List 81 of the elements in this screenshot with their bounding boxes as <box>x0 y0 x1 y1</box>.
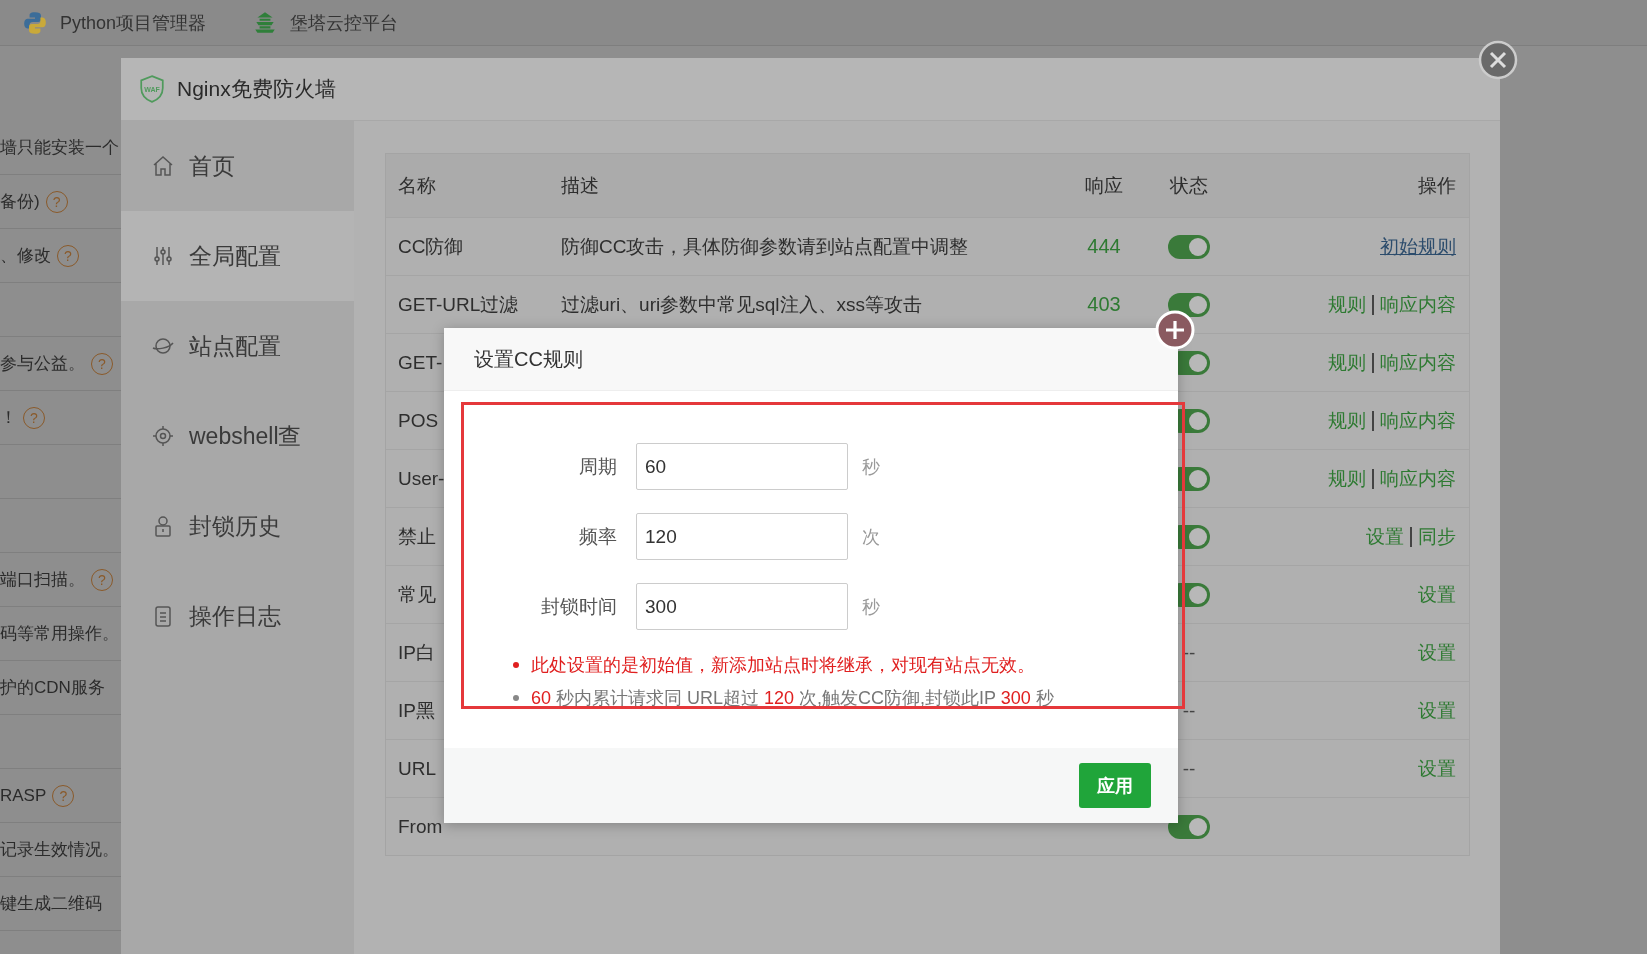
action-link[interactable]: 规则 <box>1328 349 1366 376</box>
table-cell: 禁止 <box>398 525 436 547</box>
setting-description: 键生成二维码 <box>0 893 102 915</box>
table-cell: 常见 <box>398 583 436 605</box>
column-header: 响应 <box>1084 173 1124 198</box>
dialog-title: 设置CC规则 <box>474 346 583 372</box>
hint-text: 此处设置的是初始值，新添加站点时将继承，对现有站点无效。 <box>531 654 1035 677</box>
setting-description: ！ <box>0 407 17 429</box>
bullet-icon <box>513 662 519 668</box>
action-link[interactable]: 设置 <box>1418 581 1456 608</box>
table-cell: GET- <box>398 351 443 373</box>
hint-text: 60 秒内累计请求同 URL超过 120 次,触发CC防御,封锁此IP 300 秒 <box>531 687 1054 710</box>
action-link[interactable]: 规则 <box>1328 407 1366 434</box>
setting-description: 护的CDN服务 <box>0 677 105 699</box>
action-link[interactable]: 设置 <box>1366 523 1404 550</box>
field-label: 频率 <box>578 524 617 549</box>
table-cell: -- <box>1182 699 1196 722</box>
sidebar-item[interactable]: 首页 <box>121 121 354 211</box>
setting-description: 端口扫描。 <box>0 569 85 591</box>
response-code: 444 <box>1087 235 1121 257</box>
setting-description: RASP <box>0 785 47 806</box>
input-field[interactable]: 300 <box>636 583 848 630</box>
sidebar-item[interactable]: 站点配置 <box>121 301 354 391</box>
unit-label: 次 <box>862 525 880 549</box>
toggle-switch[interactable] <box>1168 814 1210 839</box>
action-link[interactable]: 设置 <box>1418 639 1456 666</box>
action-link[interactable]: 规则 <box>1328 291 1366 318</box>
response-code: 403 <box>1087 293 1121 315</box>
action-link[interactable]: 设置 <box>1418 755 1456 782</box>
column-header: 状态 <box>1169 173 1209 198</box>
setting-description: 、修改 <box>0 245 51 267</box>
apply-button[interactable]: 应用 <box>1079 763 1151 808</box>
input-field[interactable]: 60 <box>636 443 848 490</box>
sliders-icon <box>151 244 175 268</box>
setting-description: 墙只能安装一个 <box>0 137 119 159</box>
close-icon <box>1478 40 1518 80</box>
sidebar-item[interactable]: 全局配置 <box>121 211 354 301</box>
python-logo-icon <box>22 9 48 36</box>
sidebar-item[interactable]: webshell查 <box>121 391 354 481</box>
table-cell: URL <box>398 757 436 779</box>
table-cell: User- <box>398 467 445 489</box>
column-header: 操作 <box>1417 173 1457 198</box>
toggle-switch[interactable] <box>1168 292 1210 317</box>
setting-description: 参与公益。 <box>0 353 85 375</box>
action-link[interactable]: 同步 <box>1418 523 1456 550</box>
top-app-link[interactable]: Python项目管理器 <box>22 9 207 36</box>
action-link[interactable]: 响应内容 <box>1380 465 1456 492</box>
input-field[interactable]: 120 <box>636 513 848 560</box>
table-cell: -- <box>1182 757 1196 780</box>
action-link[interactable]: 设置 <box>1418 697 1456 724</box>
table-cell: CC防御 <box>398 235 464 257</box>
setting-description: 备份) <box>0 191 40 213</box>
sidebar-item[interactable]: 操作日志 <box>121 571 354 661</box>
unit-label: 秒 <box>862 455 880 479</box>
table-cell: 防御CC攻击，具体防御参数请到站点配置中调整 <box>561 235 969 257</box>
field-label: 封锁时间 <box>540 594 617 619</box>
sidebar-item[interactable]: 封锁历史 <box>121 481 354 571</box>
table-cell: 过滤uri、uri参数中常见sql注入、xss等攻击 <box>561 293 923 315</box>
field-label: 周期 <box>578 454 617 479</box>
target-icon <box>151 424 175 448</box>
table-cell: IP白 <box>398 641 435 663</box>
table-cell: POS <box>398 409 439 431</box>
action-link[interactable]: 响应内容 <box>1380 349 1456 376</box>
action-link[interactable]: 响应内容 <box>1380 291 1456 318</box>
action-link[interactable]: 响应内容 <box>1380 407 1456 434</box>
top-app-link[interactable]: 堡塔云控平台 <box>252 9 399 36</box>
column-header: 名称 <box>397 173 437 198</box>
close-button[interactable] <box>1478 40 1518 80</box>
unit-label: 秒 <box>862 595 880 619</box>
window-title: Nginx免费防火墙 <box>177 76 336 102</box>
table-cell: From <box>398 815 443 837</box>
action-link[interactable]: 初始规则 <box>1380 233 1456 260</box>
action-link[interactable]: 规则 <box>1328 465 1366 492</box>
bullet-icon <box>513 695 519 701</box>
table-cell: GET-URL过滤 <box>398 293 519 315</box>
setting-description: 记录生效情况。 <box>0 839 119 861</box>
toggle-switch[interactable] <box>1168 234 1210 259</box>
setting-description: 码等常用操作。 <box>0 623 119 645</box>
column-header: 描述 <box>561 173 600 198</box>
table-cell: IP黑 <box>398 699 435 721</box>
house-icon <box>151 154 175 178</box>
